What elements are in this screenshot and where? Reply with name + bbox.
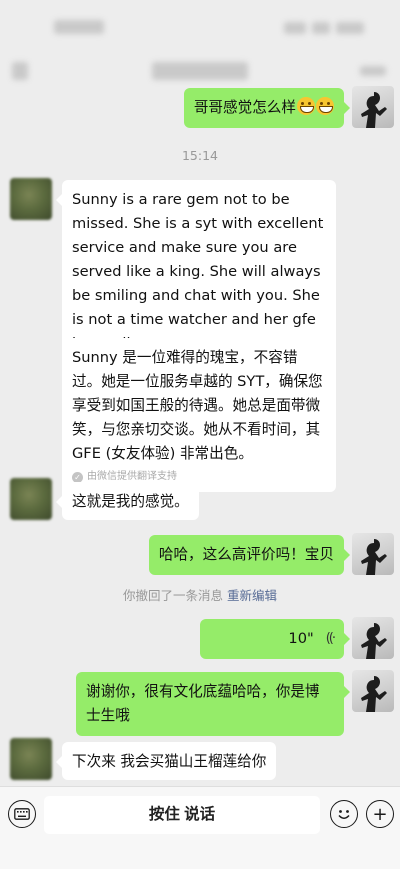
- avatar-contact[interactable]: [10, 478, 52, 520]
- avatar-self[interactable]: [352, 670, 394, 712]
- voice-duration: 10": [288, 630, 314, 647]
- translation-text: Sunny 是一位难得的瑰宝，不容错过。她是一位服务卓越的 SYT，确保您享受到…: [72, 349, 323, 462]
- hold-to-talk-button[interactable]: 按住 说话: [44, 796, 320, 834]
- avatar-contact[interactable]: [10, 178, 52, 220]
- grinning-emoji-icon: [316, 97, 334, 115]
- emoji-icon[interactable]: [330, 800, 358, 828]
- grinning-emoji-icon: [297, 97, 315, 115]
- avatar-self[interactable]: [352, 86, 394, 128]
- status-battery-blur: [336, 22, 364, 34]
- re-edit-link[interactable]: 重新编辑: [227, 588, 277, 603]
- status-bar: [0, 0, 400, 48]
- message-text: 这就是我的感觉。: [72, 493, 189, 510]
- message-text: Sunny is a rare gem not to be missed. Sh…: [72, 191, 324, 352]
- keyboard-icon[interactable]: [8, 800, 36, 828]
- back-icon[interactable]: [12, 62, 28, 80]
- avatar-self[interactable]: [352, 617, 394, 659]
- message-bubble-outgoing[interactable]: 谢谢你，很有文化底蕴哈哈，你是博士生哦: [76, 672, 350, 736]
- message-text: 谢谢你，很有文化底蕴哈哈，你是博士生哦: [86, 683, 320, 724]
- avatar-silhouette-icon: [361, 92, 387, 128]
- status-wifi-blur: [312, 22, 330, 34]
- status-signal-blur: [284, 22, 306, 34]
- more-icon[interactable]: [360, 66, 386, 76]
- avatar-self[interactable]: [352, 533, 394, 575]
- voice-wave-icon: ((·: [325, 631, 336, 646]
- avatar-silhouette-icon: [361, 623, 387, 659]
- message-bubble-incoming[interactable]: 下次来 我会买猫山王榴莲给你: [55, 742, 277, 780]
- smiley-glyph: [338, 810, 350, 819]
- avatar-silhouette-icon: [361, 539, 387, 575]
- message-text: 哥哥感觉怎么样: [193, 99, 296, 116]
- timestamp: 15:14: [181, 148, 219, 163]
- check-icon: ✓: [72, 471, 83, 483]
- recall-notice: 你撤回了一条消息 重新编辑: [0, 585, 400, 604]
- avatar-contact[interactable]: [10, 738, 52, 780]
- recall-text: 你撤回了一条消息: [122, 588, 223, 603]
- message-bubble-incoming[interactable]: 这就是我的感觉。: [56, 482, 199, 520]
- status-time-blur: [54, 20, 104, 34]
- message-bubble-outgoing[interactable]: 哥哥感觉怎么样: [183, 88, 351, 128]
- translation-bubble[interactable]: Sunny 是一位难得的瑰宝，不容错过。她是一位服务卓越的 SYT，确保您享受到…: [62, 338, 336, 492]
- message-text: 哈哈，这么高评价吗！宝贝: [158, 546, 334, 563]
- keyboard-glyph: [14, 808, 30, 820]
- message-bubble-outgoing[interactable]: 哈哈，这么高评价吗！宝贝: [148, 535, 351, 575]
- chat-title-blur: [152, 62, 248, 80]
- input-bar: 按住 说话 +: [0, 786, 400, 869]
- message-bubble-incoming[interactable]: Sunny is a rare gem not to be missed. Sh…: [56, 180, 336, 364]
- message-text: 下次来 我会买猫山王榴莲给你: [72, 753, 267, 770]
- voice-message-bubble[interactable]: 10" ((·: [200, 619, 350, 659]
- avatar-silhouette-icon: [361, 676, 387, 712]
- plus-icon[interactable]: +: [366, 800, 394, 828]
